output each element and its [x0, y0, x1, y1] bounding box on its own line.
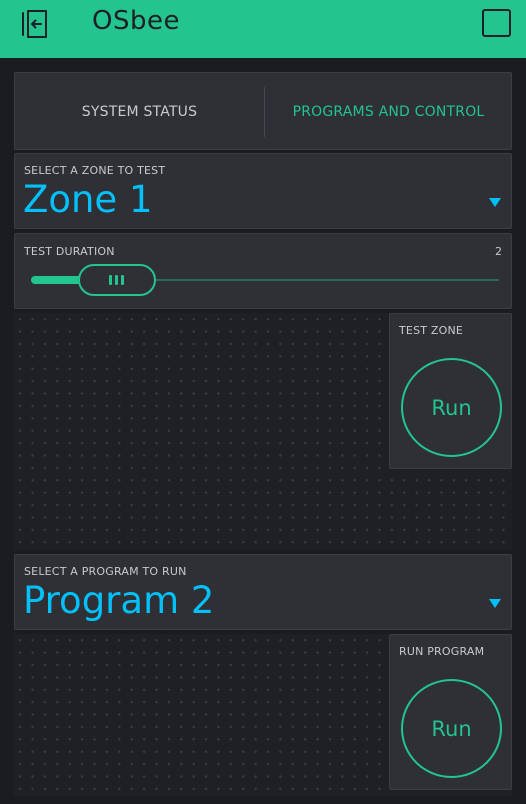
dropdown-arrow-icon[interactable]	[489, 599, 501, 608]
zone-select-value: Zone 1	[23, 178, 153, 221]
test-duration-label: TEST DURATION	[24, 245, 115, 258]
slider-thumb[interactable]	[77, 264, 156, 296]
tab-programs-and-control[interactable]: PROGRAMS AND CONTROL	[264, 73, 513, 151]
program-select[interactable]: SELECT A PROGRAM TO RUN Program 2	[14, 554, 512, 630]
run-program-panel: RUN PROGRAM Run	[389, 634, 512, 790]
zone-select-label: SELECT A ZONE TO TEST	[24, 164, 166, 177]
test-zone-panel: TEST ZONE Run	[389, 313, 512, 469]
exit-icon[interactable]	[19, 8, 53, 40]
app-header: OSbee	[0, 0, 526, 58]
dropdown-arrow-icon[interactable]	[489, 198, 501, 207]
run-program-button[interactable]: Run	[401, 679, 502, 778]
program-select-value: Program 2	[23, 579, 215, 622]
grip-icon	[109, 275, 113, 285]
test-duration-panel: TEST DURATION 2	[14, 233, 512, 309]
tab-system-status[interactable]: SYSTEM STATUS	[15, 73, 264, 151]
tab-bar: SYSTEM STATUS PROGRAMS AND CONTROL	[14, 72, 512, 150]
zone-select[interactable]: SELECT A ZONE TO TEST Zone 1	[14, 153, 512, 229]
test-duration-value: 2	[495, 245, 502, 258]
run-program-label: RUN PROGRAM	[399, 645, 485, 658]
square-icon[interactable]	[482, 9, 511, 37]
program-select-label: SELECT A PROGRAM TO RUN	[24, 565, 187, 578]
test-zone-label: TEST ZONE	[399, 324, 464, 337]
app-title: OSbee	[92, 6, 180, 36]
test-zone-run-button[interactable]: Run	[401, 358, 502, 457]
